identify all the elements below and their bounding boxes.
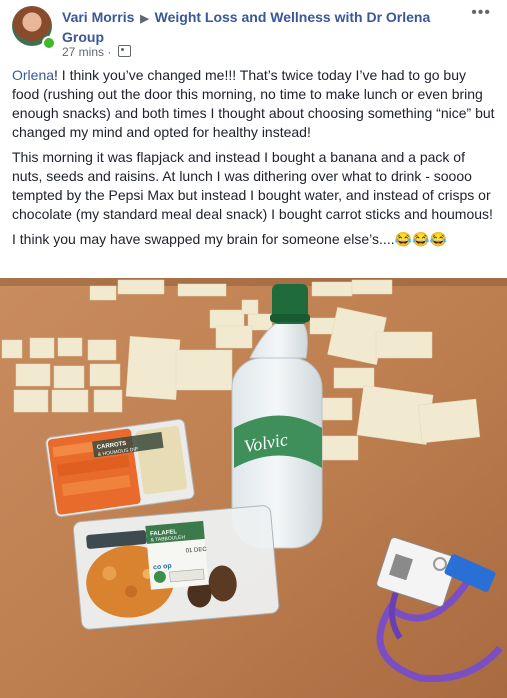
post-header: Vari Morris ▶ Weight Loss and Wellness w… (0, 0, 507, 62)
photo-illustration: Volvic CARROTS & HOUMOUS DIP FALAFEL & T… (0, 278, 507, 698)
online-status-dot (42, 36, 56, 50)
facebook-post: Vari Morris ▶ Weight Loss and Wellness w… (0, 0, 507, 698)
meta-separator: · (107, 45, 112, 59)
post-paragraph-2: This morning it was flapjack and instead… (12, 149, 493, 222)
post-meta: 27 mins · (62, 45, 131, 59)
group-audience-icon[interactable] (117, 45, 131, 57)
more-options-icon[interactable]: ••• (471, 4, 491, 22)
paragraph-1-text: ! I think you’ve changed me!!! That’s tw… (12, 67, 495, 140)
post-paragraph-3: I think you may have swapped my brain fo… (12, 231, 447, 247)
post-photo[interactable]: Volvic CARROTS & HOUMOUS DIP FALAFEL & T… (0, 278, 507, 698)
author-name-link[interactable]: Vari Morris (62, 9, 134, 25)
salad-pack: FALAFEL & TABBOULEH 01 DEC co op (72, 505, 280, 630)
author-line: Vari Morris ▶ Weight Loss and Wellness w… (62, 8, 462, 46)
share-arrow-icon: ▶ (140, 13, 149, 25)
post-paragraph-1: Orlena! I think you’ve changed me!!! Tha… (12, 66, 497, 142)
post-body: Orlena! I think you’ve changed me!!! Tha… (12, 66, 497, 255)
mention-link[interactable]: Orlena (12, 67, 54, 83)
timestamp-link[interactable]: 27 mins (62, 45, 104, 59)
